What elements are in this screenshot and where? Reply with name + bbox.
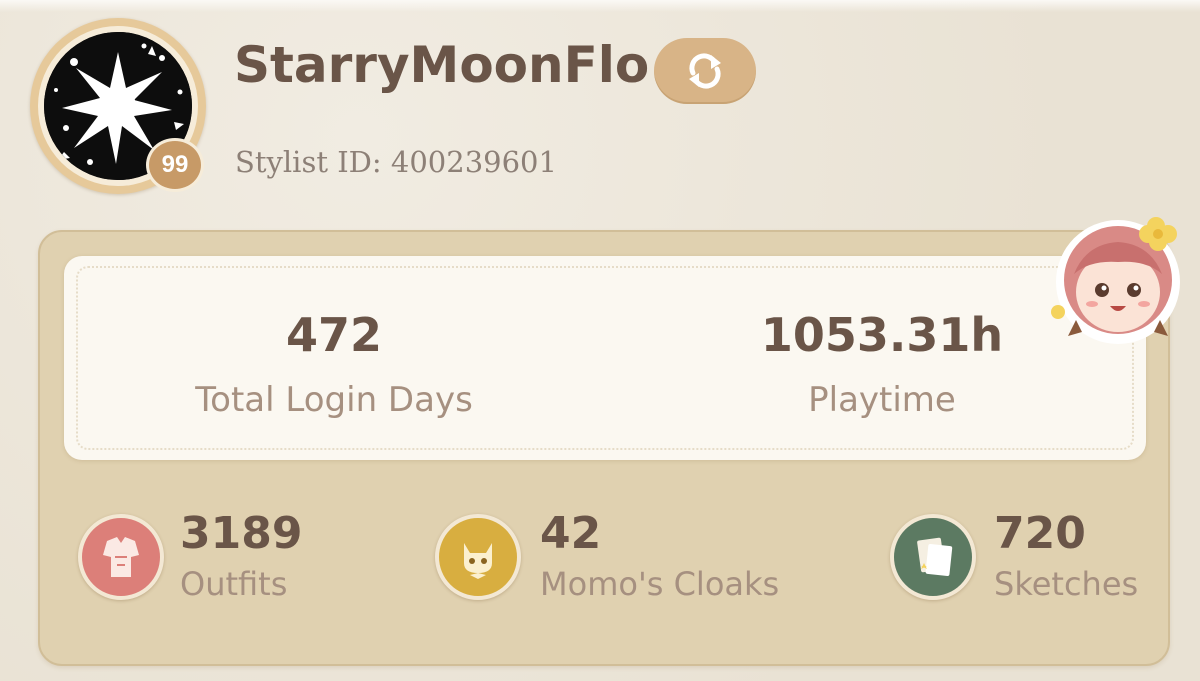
login-days-stat: 472 Total Login Days (84, 308, 584, 420)
sketches-icon (890, 514, 976, 600)
cloaks-stat: 42 Momo's Cloaks (540, 508, 779, 604)
sketches-stat: 720 Sketches (994, 508, 1138, 604)
refresh-icon (689, 53, 721, 89)
outfits-icon (78, 514, 164, 600)
sketches-value: 720 (994, 508, 1086, 559)
outfits-label: Outfits (180, 565, 288, 603)
level-badge: 99 (146, 138, 204, 192)
login-days-label: Total Login Days (195, 380, 473, 420)
login-days-value: 472 (285, 308, 383, 362)
stylist-id: Stylist ID: 400239601 (235, 145, 557, 179)
outfits-value: 3189 (180, 508, 303, 559)
top-edge (0, 0, 1200, 12)
outfits-stat: 3189 Outfits (180, 508, 302, 604)
mascot-sticker-icon (1046, 204, 1192, 354)
sketches-label: Sketches (994, 565, 1139, 603)
cloaks-label: Momo's Cloaks (540, 565, 780, 603)
momo-cat-icon (435, 514, 521, 600)
playtime-label: Playtime (808, 380, 956, 420)
cloaks-value: 42 (540, 508, 602, 559)
switch-account-button[interactable] (654, 38, 756, 104)
username: StarryMoonFlo (234, 36, 650, 94)
